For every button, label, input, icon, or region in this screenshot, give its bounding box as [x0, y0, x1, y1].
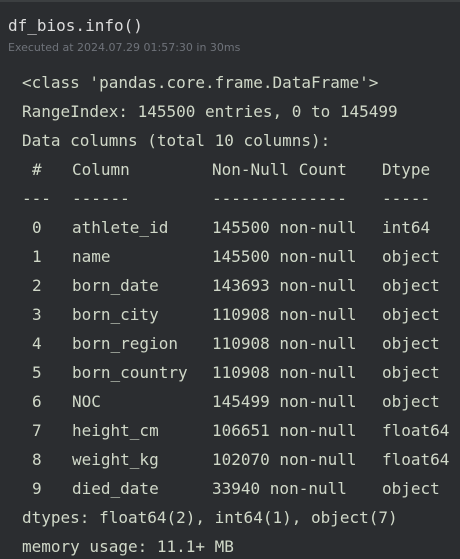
row-num: 7	[32, 421, 42, 440]
table-separator: --- ------ -------------- -----	[22, 186, 430, 215]
row-column: born_region	[72, 334, 178, 353]
table-row: 6 NOC 145499 non-null object	[22, 389, 440, 418]
row-non-null: 145500 non-null	[212, 218, 357, 237]
row-num: 4	[32, 334, 42, 353]
row-num: 3	[32, 305, 42, 324]
table-row: 5 born_country 110908 non-null object	[22, 360, 440, 389]
row-dtype: object	[382, 276, 440, 295]
class-line: <class 'pandas.core.frame.DataFrame'>	[22, 73, 379, 92]
row-non-null: 106651 non-null	[212, 421, 357, 440]
header-num: #	[32, 160, 42, 179]
cell-output: <class 'pandas.core.frame.DataFrame'> Ra…	[22, 70, 449, 559]
separator-column: ------	[72, 189, 130, 208]
separator-dtype: -----	[382, 189, 431, 208]
header-dtype: Dtype	[382, 160, 431, 179]
table-row: 1 name 145500 non-null object	[22, 244, 440, 273]
row-column: died_date	[72, 479, 159, 498]
row-num: 5	[32, 363, 42, 382]
table-row: 2 born_date 143693 non-null object	[22, 273, 440, 302]
row-non-null: 110908 non-null	[212, 363, 357, 382]
separator-non-null: --------------	[212, 189, 347, 208]
row-dtype: object	[382, 334, 440, 353]
row-non-null: 145500 non-null	[212, 247, 357, 266]
row-num: 6	[32, 392, 42, 411]
header-non-null: Non-Null Count	[212, 160, 347, 179]
row-column: born_date	[72, 276, 159, 295]
row-column: NOC	[72, 392, 101, 411]
header-column: Column	[72, 160, 130, 179]
table-row: 4 born_region 110908 non-null object	[22, 331, 440, 360]
row-column: born_city	[72, 305, 159, 324]
notebook-cell: df_bios.info() Executed at 2024.07.29 01…	[0, 0, 460, 559]
row-non-null: 110908 non-null	[212, 334, 357, 353]
row-dtype: float64	[382, 421, 450, 440]
row-non-null: 33940 non-null	[212, 479, 347, 498]
row-dtype: int64	[382, 218, 431, 237]
cell-divider	[0, 0, 460, 2]
row-non-null: 143693 non-null	[212, 276, 357, 295]
row-dtype: object	[382, 392, 440, 411]
table-row: 9 died_date 33940 non-null object	[22, 476, 440, 505]
row-non-null: 110908 non-null	[212, 305, 357, 324]
row-dtype: object	[382, 247, 440, 266]
row-column: height_cm	[72, 421, 159, 440]
table-row: 7 height_cm 106651 non-null float64	[22, 418, 449, 447]
row-num: 1	[32, 247, 42, 266]
row-dtype: object	[382, 305, 440, 324]
separator-num: ---	[22, 189, 51, 208]
row-column: weight_kg	[72, 450, 159, 469]
row-column: born_country	[72, 363, 188, 382]
row-non-null: 145499 non-null	[212, 392, 357, 411]
range-index-line: RangeIndex: 145500 entries, 0 to 145499	[22, 102, 398, 121]
row-dtype: object	[382, 479, 440, 498]
row-num: 9	[32, 479, 42, 498]
table-header: # Column Non-Null Count Dtype	[22, 157, 430, 186]
table-row: 3 born_city 110908 non-null object	[22, 302, 440, 331]
row-non-null: 102070 non-null	[212, 450, 357, 469]
row-dtype: object	[382, 363, 440, 382]
execution-info: Executed at 2024.07.29 01:57:30 in 30ms	[8, 41, 241, 54]
row-num: 8	[32, 450, 42, 469]
table-row: 8 weight_kg 102070 non-null float64	[22, 447, 449, 476]
code-input[interactable]: df_bios.info()	[8, 14, 143, 38]
row-column: name	[72, 247, 111, 266]
row-column: athlete_id	[72, 218, 169, 237]
row-num: 0	[32, 218, 42, 237]
row-dtype: float64	[382, 450, 450, 469]
data-columns-line: Data columns (total 10 columns):	[22, 131, 331, 150]
row-num: 2	[32, 276, 42, 295]
table-row: 0 athlete_id 145500 non-null int64	[22, 215, 430, 244]
